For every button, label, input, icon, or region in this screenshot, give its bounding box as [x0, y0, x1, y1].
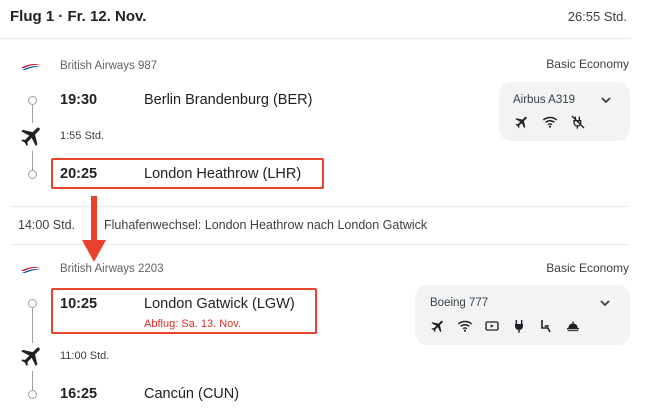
video-icon [485, 321, 499, 331]
highlight-box [51, 158, 324, 189]
arrow-annotation-icon [82, 196, 106, 262]
flight-duration: 1:55 Std. [60, 130, 105, 142]
timeline-dot [28, 170, 37, 179]
layover-info: Fluhafenwechsel: London Heathrow nach Lo… [104, 218, 428, 232]
plane-icon [515, 116, 527, 129]
timeline-line [32, 307, 33, 343]
meal-icon [567, 321, 579, 332]
highlight-box [51, 288, 317, 334]
british-airways-logo-icon [21, 64, 41, 70]
wifi-icon [542, 116, 558, 128]
plane-icon [431, 320, 443, 333]
departure-airport: Berlin Brandenburg (BER) [144, 92, 313, 108]
arrival-airport: Cancún (CUN) [144, 386, 240, 402]
fare-class: Basic Economy [546, 261, 629, 275]
divider [0, 38, 631, 39]
aircraft-name: Boeing 777 [430, 297, 489, 309]
legroom-icon [541, 320, 551, 333]
airline-name: British Airways 2203 [60, 263, 164, 275]
fare-class: Basic Economy [546, 57, 629, 71]
aircraft-details-card[interactable]: Boeing 777 [415, 285, 630, 345]
plane-icon [21, 347, 40, 366]
amenities [429, 318, 582, 334]
aircraft-name: Airbus A319 [513, 94, 576, 106]
flight-duration: 11:00 Std. [60, 350, 110, 362]
flight-title: Flug 1 · Fr. 12. Nov. [10, 8, 147, 25]
no-power-icon [571, 115, 585, 129]
layover-duration: 14:00 Std. [18, 218, 75, 232]
amenities [513, 114, 587, 130]
aircraft-details-card[interactable]: Airbus A319 [499, 82, 630, 141]
chevron-down-icon[interactable] [599, 93, 613, 107]
total-duration: 26:55 Std. [567, 9, 627, 24]
timeline-line [32, 151, 33, 171]
chevron-down-icon[interactable] [598, 296, 612, 310]
british-airways-logo-icon [21, 267, 41, 273]
power-icon [515, 320, 523, 333]
departure-time: 19:30 [60, 92, 98, 108]
timeline-line [32, 371, 33, 391]
timeline-line [32, 104, 33, 123]
arrival-time: 16:25 [60, 386, 98, 402]
timeline-dot [28, 390, 37, 399]
plane-icon [21, 127, 40, 146]
wifi-icon [457, 320, 473, 332]
airline-name: British Airways 987 [60, 60, 158, 72]
